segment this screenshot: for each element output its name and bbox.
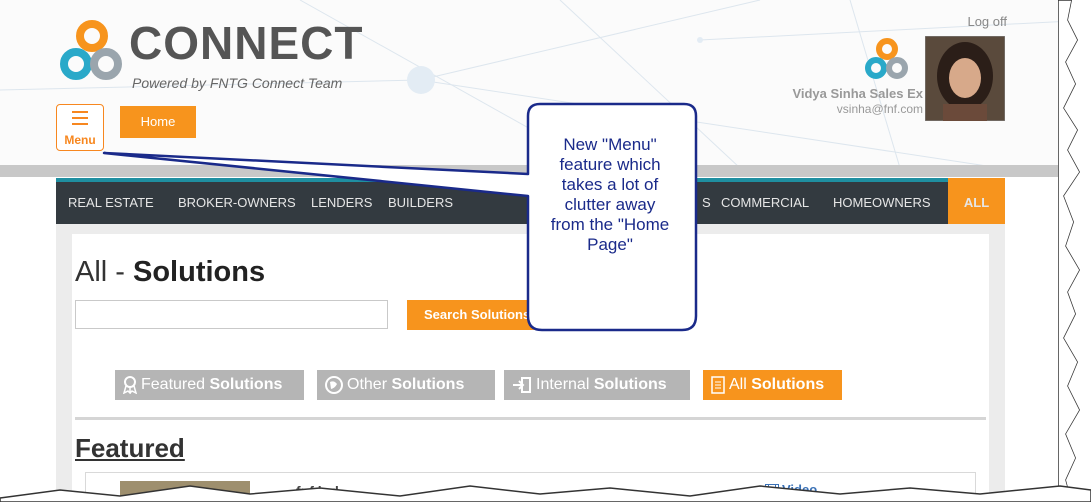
callout-line: feature which (559, 155, 661, 174)
callout-line: takes a lot of (561, 175, 659, 194)
torn-edge-right (1058, 0, 1091, 502)
callout-line: Page" (587, 235, 633, 254)
callout-text: New "Menu" feature which takes a lot of … (528, 135, 692, 255)
screenshot-frame: CONNECT Powered by FNTG Connect Team Men… (0, 0, 1091, 502)
torn-edge-bottom (0, 485, 1091, 502)
callout-line: from the "Home (550, 215, 670, 234)
callout-line: clutter away (564, 195, 656, 214)
callout-line: New "Menu" (563, 135, 657, 154)
